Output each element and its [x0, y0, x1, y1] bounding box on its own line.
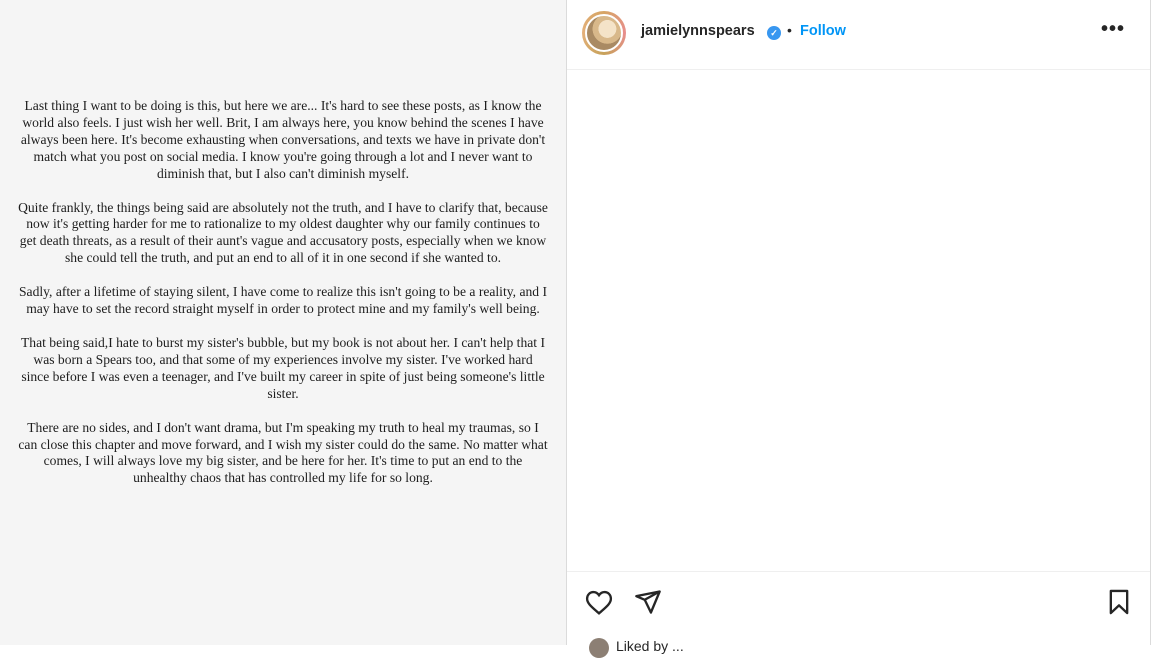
liker-avatar	[589, 638, 609, 658]
verified-badge-icon: ✓	[767, 26, 781, 40]
post-paragraph: There are no sides, and I don't want dra…	[18, 419, 548, 486]
likes-summary[interactable]: Liked by ...	[589, 636, 989, 658]
post-image: Last thing I want to be doing is this, b…	[0, 0, 566, 645]
avatar-image	[585, 14, 623, 52]
likes-text: Liked by ...	[616, 638, 684, 654]
post-sidebar: jamielynnspears ✓ • Follow ••• Liked by …	[566, 0, 1151, 658]
heart-icon[interactable]	[585, 588, 613, 616]
more-options-icon[interactable]: •••	[1101, 18, 1125, 41]
post-paragraph: Quite frankly, the things being said are…	[18, 199, 548, 266]
share-icon[interactable]	[634, 588, 662, 616]
bookmark-icon[interactable]	[1105, 588, 1133, 616]
profile-avatar[interactable]	[582, 11, 626, 55]
actions-divider	[567, 571, 1150, 572]
username-link[interactable]: jamielynnspears	[641, 23, 755, 39]
separator-dot: •	[787, 22, 792, 38]
post-header: jamielynnspears ✓ • Follow •••	[567, 0, 1150, 70]
post-paragraph: Sadly, after a lifetime of staying silen…	[18, 284, 548, 317]
post-paragraph: Last thing I want to be doing is this, b…	[20, 98, 546, 181]
post-paragraph: That being said,I hate to burst my siste…	[20, 334, 545, 401]
post-image-text: Last thing I want to be doing is this, b…	[18, 98, 548, 504]
comments-section	[567, 70, 1150, 570]
follow-button[interactable]: Follow	[800, 23, 846, 39]
